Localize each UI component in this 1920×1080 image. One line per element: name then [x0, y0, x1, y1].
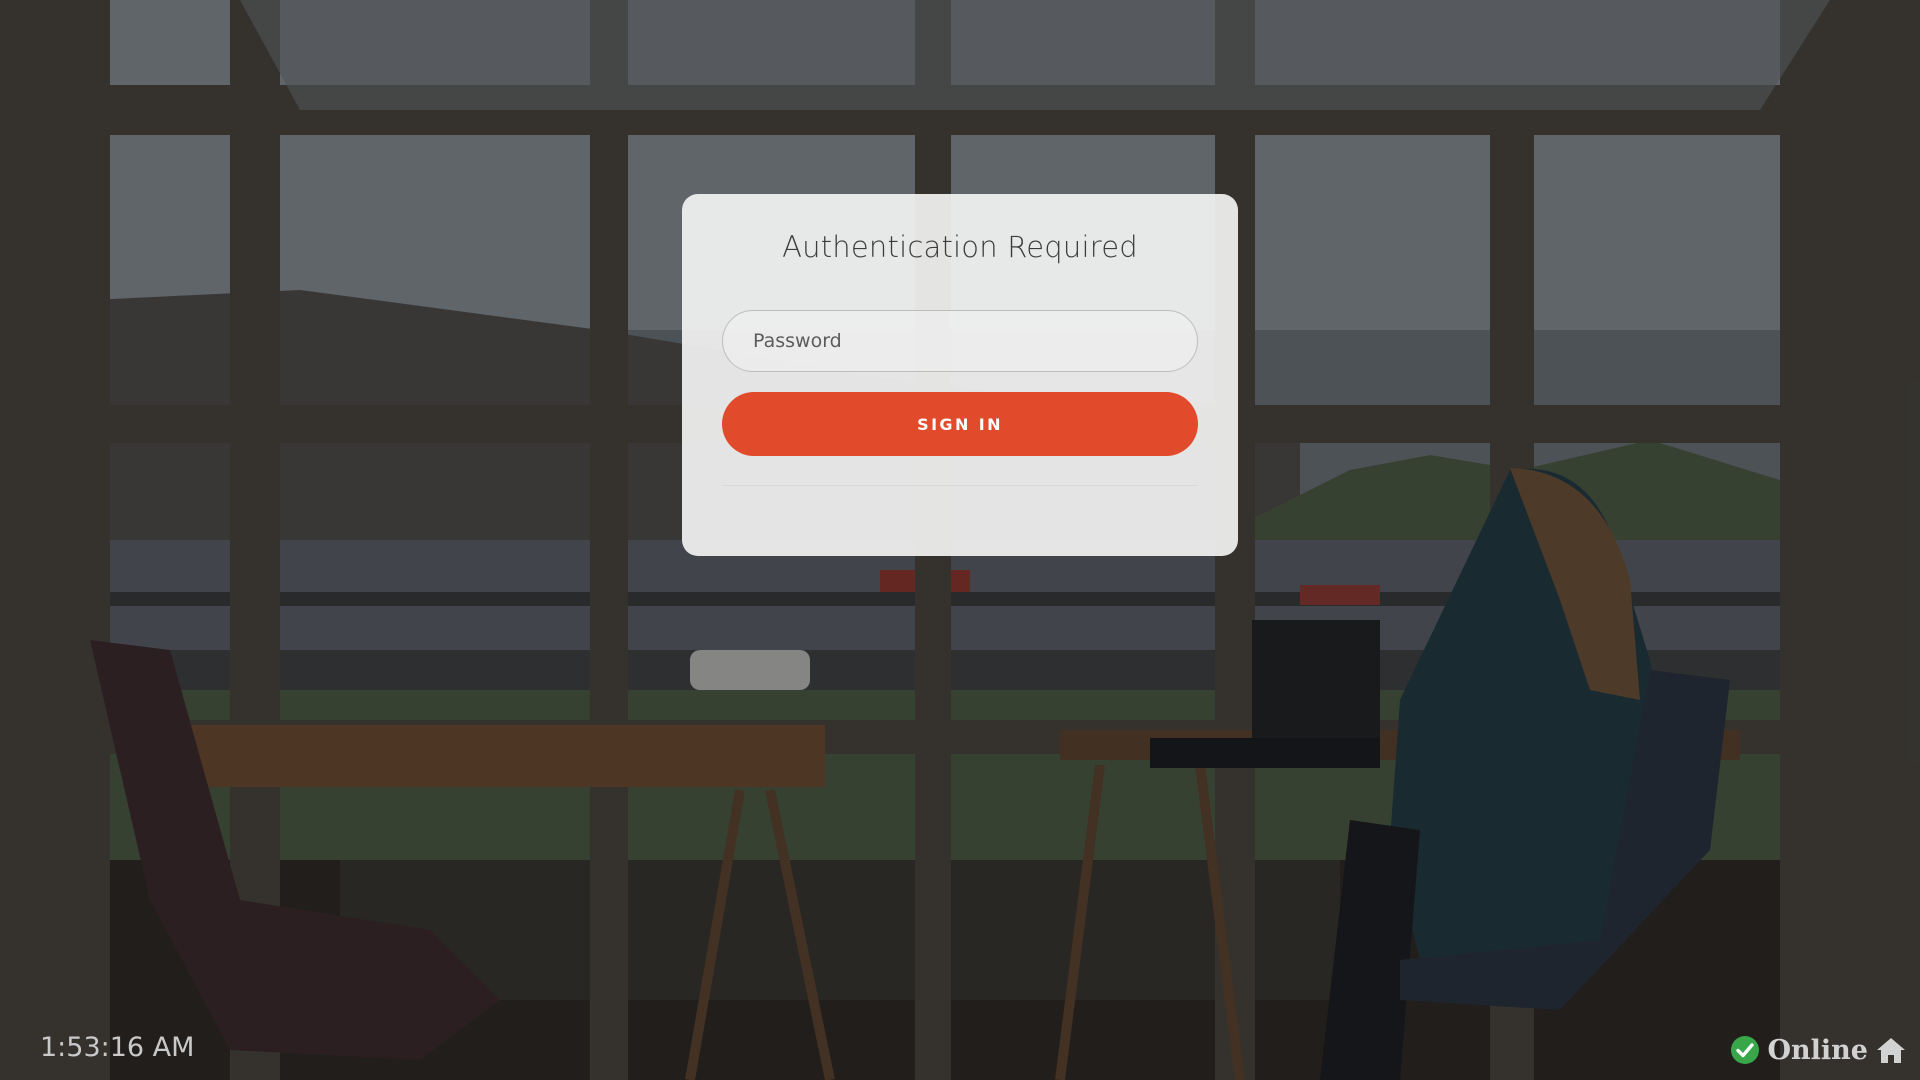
- check-circle-icon: [1730, 1035, 1760, 1065]
- sign-in-button[interactable]: SIGN IN: [722, 392, 1198, 456]
- auth-title: Authentication Required: [782, 230, 1138, 264]
- clock: 1:53:16 AM: [40, 1032, 195, 1063]
- status-area: Online: [1730, 1030, 1906, 1070]
- home-icon[interactable]: [1876, 1036, 1906, 1064]
- password-input[interactable]: [722, 310, 1198, 372]
- connection-status: Online: [1767, 1034, 1868, 1066]
- auth-dialog: Authentication Required SIGN IN: [682, 194, 1238, 556]
- divider: [722, 485, 1198, 486]
